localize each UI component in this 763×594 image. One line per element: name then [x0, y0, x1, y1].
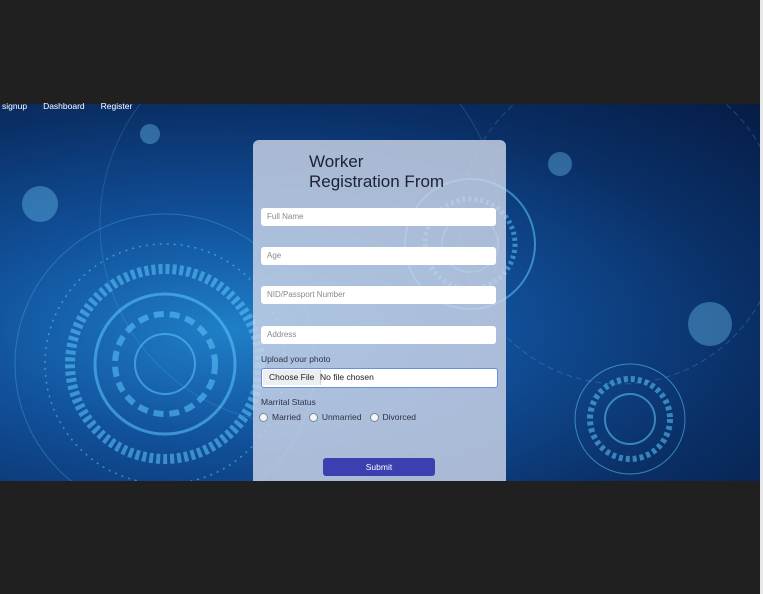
- form-title-line-2: Registration From: [309, 172, 445, 191]
- radio-married-circle[interactable]: [259, 412, 268, 422]
- nav-link-register[interactable]: Register: [101, 100, 133, 114]
- radio-unmarried-circle[interactable]: [308, 412, 318, 422]
- browser-viewport: signup Dashboard Register Worker Registr…: [0, 0, 763, 594]
- form-title: Worker Registration From: [309, 152, 489, 192]
- address-input[interactable]: Address: [261, 326, 496, 344]
- age-placeholder: Age: [267, 251, 282, 260]
- radio-married-label: Married: [272, 412, 301, 422]
- marital-status-group: Married Unmarried Divorced: [259, 412, 424, 422]
- submit-button[interactable]: Submit: [323, 458, 435, 476]
- top-nav: signup Dashboard Register: [0, 100, 132, 114]
- radio-unmarried[interactable]: Unmarried: [308, 412, 362, 422]
- full-name-input[interactable]: Full Name: [261, 208, 496, 226]
- choose-file-button[interactable]: Choose File: [263, 370, 322, 385]
- age-input[interactable]: Age: [261, 247, 496, 265]
- nav-link-dashboard[interactable]: Dashboard: [43, 100, 85, 114]
- radio-divorced[interactable]: Divorced: [369, 412, 417, 422]
- nid-passport-input[interactable]: NID/Passport Number: [261, 286, 496, 304]
- upload-photo-label: Upload your photo: [261, 354, 331, 364]
- address-placeholder: Address: [267, 330, 297, 339]
- full-name-placeholder: Full Name: [267, 212, 304, 221]
- radio-married[interactable]: Married: [259, 412, 301, 422]
- marital-status-label: Marrital Status: [261, 397, 316, 407]
- nav-link-signup[interactable]: signup: [2, 100, 27, 114]
- radio-divorced-label: Divorced: [382, 412, 417, 422]
- photo-file-input[interactable]: Choose File No file chosen: [261, 368, 498, 388]
- registration-card: Worker Registration From Full Name Age N…: [253, 140, 506, 481]
- radio-divorced-circle[interactable]: [369, 412, 379, 422]
- form-title-line-1: Worker: [309, 152, 364, 171]
- nid-passport-placeholder: NID/Passport Number: [267, 290, 346, 299]
- radio-unmarried-label: Unmarried: [321, 412, 362, 422]
- file-status-text: No file chosen: [320, 372, 374, 382]
